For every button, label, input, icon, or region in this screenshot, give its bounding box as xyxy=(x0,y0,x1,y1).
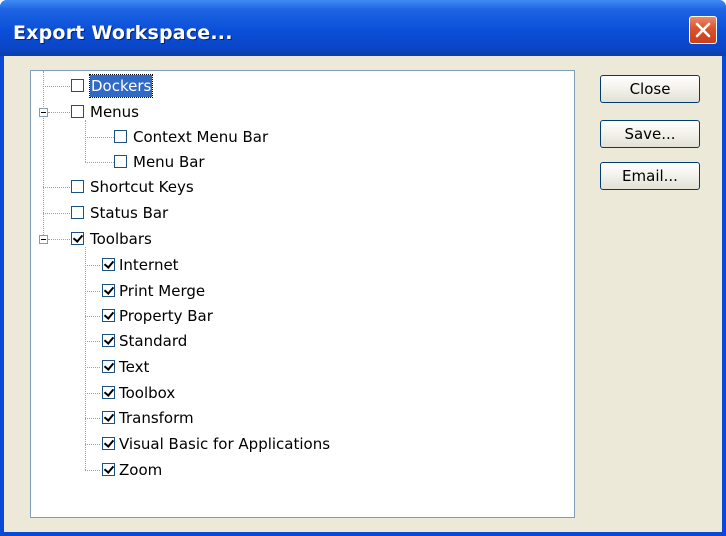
dialog-title: Export Workspace... xyxy=(13,22,233,44)
tree-item-label: Toolbox xyxy=(119,384,176,402)
status-bar-checkbox[interactable] xyxy=(71,206,84,219)
title-bar[interactable]: Export Workspace... xyxy=(0,0,726,56)
tree-item-label: Context Menu Bar xyxy=(133,128,269,146)
collapse-toolbars-toggle[interactable] xyxy=(39,235,48,244)
tree-line xyxy=(85,265,100,266)
tree-item-label: Dockers xyxy=(88,74,154,98)
property-bar-checkbox[interactable] xyxy=(102,309,115,322)
internet-checkbox[interactable] xyxy=(102,258,115,271)
tree-line xyxy=(85,418,100,419)
tree-item-label: Status Bar xyxy=(90,204,169,222)
tree-line xyxy=(48,239,70,240)
toolbars-checkbox[interactable] xyxy=(71,232,84,245)
standard-checkbox[interactable] xyxy=(102,334,115,347)
tree-line xyxy=(43,187,70,188)
tree-line xyxy=(85,137,114,138)
menus-checkbox[interactable] xyxy=(71,105,84,118)
tree-line xyxy=(85,393,100,394)
tree-line xyxy=(43,213,70,214)
close-button[interactable]: Close xyxy=(600,75,700,103)
print-merge-checkbox[interactable] xyxy=(102,284,115,297)
export-workspace-dialog: Export Workspace... Dockers Menus Contex… xyxy=(0,0,726,536)
tree-item-label: Menu Bar xyxy=(133,153,205,171)
tree-item-label: Visual Basic for Applications xyxy=(119,435,331,453)
transform-checkbox[interactable] xyxy=(102,411,115,424)
tree-line xyxy=(85,367,100,368)
tree-item-label: Internet xyxy=(119,256,179,274)
menu-bar-checkbox[interactable] xyxy=(114,155,127,168)
save-button-label: Save... xyxy=(624,125,676,143)
tree-line xyxy=(85,247,86,470)
tree-line xyxy=(85,120,86,162)
tree-item-label: Menus xyxy=(90,103,139,121)
zoom-checkbox[interactable] xyxy=(102,463,115,476)
toolbox-checkbox[interactable] xyxy=(102,386,115,399)
collapse-menus-toggle[interactable] xyxy=(39,108,48,117)
dialog-client-area: Dockers Menus Context Menu Bar Menu Bar … xyxy=(4,56,722,532)
visual-basic-checkbox[interactable] xyxy=(102,437,115,450)
close-button-label: Close xyxy=(629,80,671,98)
tree-item-label: Toolbars xyxy=(90,230,152,248)
email-button-label: Email... xyxy=(622,167,678,185)
tree-line xyxy=(85,316,100,317)
close-icon xyxy=(695,22,711,38)
save-button[interactable]: Save... xyxy=(600,120,700,148)
tree-line xyxy=(43,86,70,87)
tree-line xyxy=(85,291,100,292)
tree-item-label: Text xyxy=(119,358,150,376)
shortcut-keys-checkbox[interactable] xyxy=(71,180,84,193)
email-button[interactable]: Email... xyxy=(600,162,700,190)
tree-item-label: Print Merge xyxy=(119,282,206,300)
dockers-checkbox[interactable] xyxy=(71,79,84,92)
workspace-tree[interactable]: Dockers Menus Context Menu Bar Menu Bar … xyxy=(30,70,575,518)
close-window-button[interactable] xyxy=(689,16,717,44)
context-menu-bar-checkbox[interactable] xyxy=(114,130,127,143)
tree-line xyxy=(85,470,100,471)
tree-item-label: Shortcut Keys xyxy=(90,178,194,196)
text-checkbox[interactable] xyxy=(102,360,115,373)
tree-line xyxy=(85,444,100,445)
tree-item-label: Transform xyxy=(119,409,194,427)
tree-item-label: Zoom xyxy=(119,461,163,479)
tree-item-label: Standard xyxy=(119,332,188,350)
tree-line xyxy=(85,162,114,163)
tree-line xyxy=(85,341,100,342)
tree-line xyxy=(48,112,70,113)
tree-item-label: Property Bar xyxy=(119,307,213,325)
